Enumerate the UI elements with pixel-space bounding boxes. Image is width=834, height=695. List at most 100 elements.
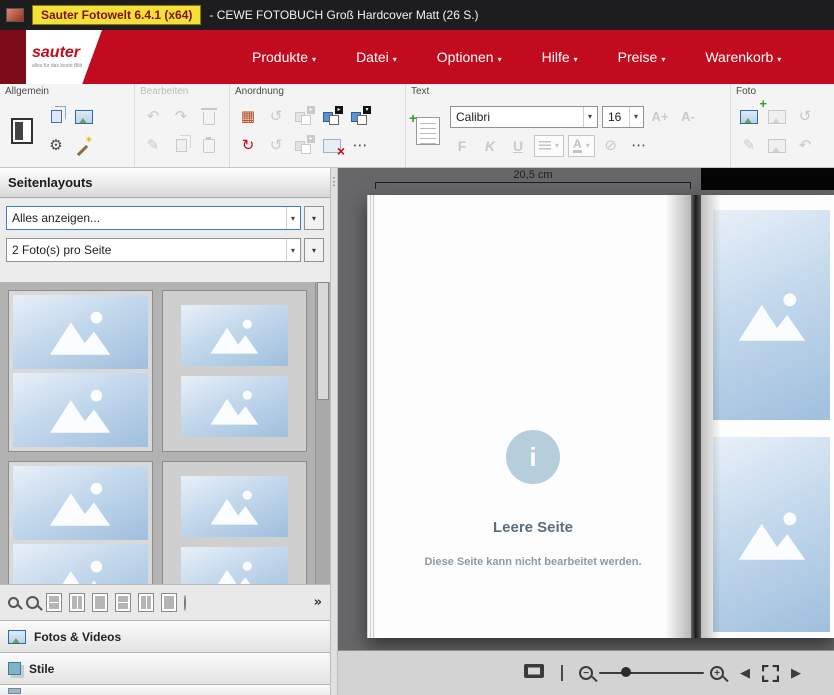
main-menu: Produkte ▾ Datei ▾ Optionen ▾ Hilfe ▾ Pr… (252, 49, 781, 65)
layout-filters: Alles anzeigen... ▾ ▾ 2 Foto(s) pro Seit… (0, 198, 330, 282)
font-decrease-button[interactable]: A- (676, 105, 700, 129)
italic-button[interactable]: K (478, 134, 502, 158)
info-icon: i (506, 430, 560, 484)
send-to-back-button[interactable]: ▾ (348, 105, 372, 129)
layout-filter-5-button[interactable] (138, 593, 154, 612)
assistant-button[interactable] (72, 134, 96, 158)
photo-placeholder[interactable] (713, 437, 830, 632)
category-filter-dropdown-button[interactable]: ▾ (304, 206, 324, 230)
thumbnail-size-large-button[interactable] (26, 596, 39, 609)
font-size-select[interactable]: 16 ▾ (602, 106, 644, 128)
layout-thumbnail[interactable] (162, 461, 307, 584)
photo-count-filter-dropdown-button[interactable]: ▾ (304, 238, 324, 262)
strip-expand-button[interactable]: » (314, 595, 322, 610)
paste-button[interactable] (197, 134, 221, 158)
rotate-photo-button[interactable]: ↺ (793, 105, 817, 129)
photo-export-button[interactable] (72, 105, 96, 129)
empty-page-title: Leere Seite (375, 519, 691, 536)
remove-photo-icon (323, 139, 341, 153)
bring-to-front-button[interactable]: ▸ (320, 105, 344, 129)
layout-filter-1-button[interactable] (46, 593, 62, 612)
right-page[interactable] (701, 195, 834, 638)
menu-item-optionen[interactable]: Optionen ▾ (437, 49, 502, 65)
previous-page-button[interactable]: ◀ (740, 666, 750, 681)
add-photo-button[interactable] (737, 105, 761, 129)
font-increase-button[interactable]: A+ (648, 105, 672, 129)
page-stack-edges (367, 195, 375, 638)
menu-item-hilfe[interactable]: Hilfe ▾ (542, 49, 578, 65)
menu-item-warenkorb[interactable]: Warenkorb ▾ (705, 49, 781, 65)
grid-raster-button[interactable]: ▦ (236, 105, 260, 129)
scrollbar-thumb[interactable] (317, 282, 329, 400)
edit-photo-button[interactable]: ✎ (737, 134, 761, 158)
magic-wand-icon (75, 137, 93, 155)
edit-button[interactable]: ✎ (141, 134, 165, 158)
clear-style-button[interactable]: ⊘ (599, 134, 623, 158)
font-family-select[interactable]: Calibri ▾ (450, 106, 598, 128)
chevron-down-icon: ▾ (312, 55, 316, 64)
next-page-button[interactable]: ▶ (791, 666, 801, 681)
photo-placeholder[interactable] (713, 210, 830, 420)
sidebar-section-fotos-videos[interactable]: Fotos & Videos (0, 620, 330, 652)
app-window: Sauter Fotowelt 6.4.1 (x64) - CEWE FOTOB… (0, 0, 834, 695)
logo-text: sauter (32, 45, 96, 61)
font-color-icon: A (573, 138, 582, 153)
photo-count-filter-select[interactable]: 2 Foto(s) pro Seite ▾ (6, 238, 301, 262)
category-filter-select[interactable]: Alles anzeigen... ▾ (6, 206, 301, 230)
chevron-down-icon: ▾ (777, 55, 781, 64)
layout-scrollbar[interactable] (315, 282, 330, 584)
layout-thumbnail[interactable] (8, 290, 153, 452)
underline-button[interactable]: U (506, 134, 530, 158)
align-button[interactable]: ▸ (292, 105, 316, 129)
font-color-select[interactable]: A ▾ (568, 135, 595, 157)
overview-grid-button[interactable] (561, 666, 563, 680)
manage-pages-button[interactable] (6, 105, 38, 157)
photo-reset-button[interactable]: ↶ (793, 134, 817, 158)
photo-plus-button[interactable] (765, 134, 789, 158)
zoom-slider[interactable] (599, 663, 704, 683)
zoom-out-button[interactable]: − (579, 666, 593, 680)
chevron-down-icon: ▾ (498, 55, 502, 64)
sauter-logo[interactable]: sauter alles für das beste Bild (26, 30, 102, 84)
redo-button[interactable]: ↷ (169, 105, 193, 129)
page-width-ruler: 20,5 cm (375, 169, 691, 183)
thumbnail-size-small-button[interactable] (8, 597, 19, 608)
remove-photo-button[interactable] (320, 134, 344, 158)
undo-button[interactable]: ↶ (141, 105, 165, 129)
left-page-empty[interactable]: i Leere Seite Diese Seite kann nicht bea… (375, 195, 691, 638)
copy-button[interactable] (169, 134, 193, 158)
sidebar-section-stile[interactable]: Stile (0, 652, 330, 684)
delete-button[interactable] (197, 105, 221, 129)
single-page-view-button[interactable] (523, 663, 545, 683)
fullscreen-button[interactable] (762, 665, 779, 682)
copy-pages-button[interactable] (44, 105, 68, 129)
text-align-select[interactable]: ▾ (534, 135, 564, 157)
layout-filter-3-button[interactable] (92, 593, 108, 612)
layout-filter-4-button[interactable] (115, 593, 131, 612)
web-layouts-button[interactable] (184, 596, 186, 610)
replace-photo-button[interactable] (765, 105, 789, 129)
distribute-icon: ▸ (295, 137, 313, 154)
trash-icon (203, 112, 215, 125)
sidebar-splitter[interactable]: ⋮ (330, 168, 338, 695)
sidebar-section-partial[interactable] (0, 684, 330, 695)
menu-item-datei[interactable]: Datei ▾ (356, 49, 397, 65)
text-more-button[interactable]: ⋯ (627, 134, 651, 158)
insert-text-button[interactable] (412, 105, 444, 157)
anordnung-more-button[interactable]: ⋯ (348, 134, 372, 158)
zoom-in-button[interactable]: + (710, 666, 724, 680)
layout-filter-6-button[interactable] (161, 593, 177, 612)
layout-thumbnail[interactable] (8, 461, 153, 584)
rotate-left-button[interactable]: ↺ (264, 105, 288, 129)
distribute-button[interactable]: ▸ (292, 134, 316, 158)
layout-thumbnail[interactable] (162, 290, 307, 452)
layout-filter-2-button[interactable] (69, 593, 85, 612)
rotate-right-button[interactable]: ↻ (236, 134, 260, 158)
menu-item-preise[interactable]: Preise ▾ (618, 49, 666, 65)
bold-button[interactable]: F (450, 134, 474, 158)
settings-button[interactable]: ⚙ (44, 134, 68, 158)
menu-item-produkte[interactable]: Produkte ▾ (252, 49, 316, 65)
section-icon (8, 688, 21, 694)
rotate-ccw-button[interactable]: ↺ (264, 134, 288, 158)
slider-knob[interactable] (621, 667, 631, 677)
